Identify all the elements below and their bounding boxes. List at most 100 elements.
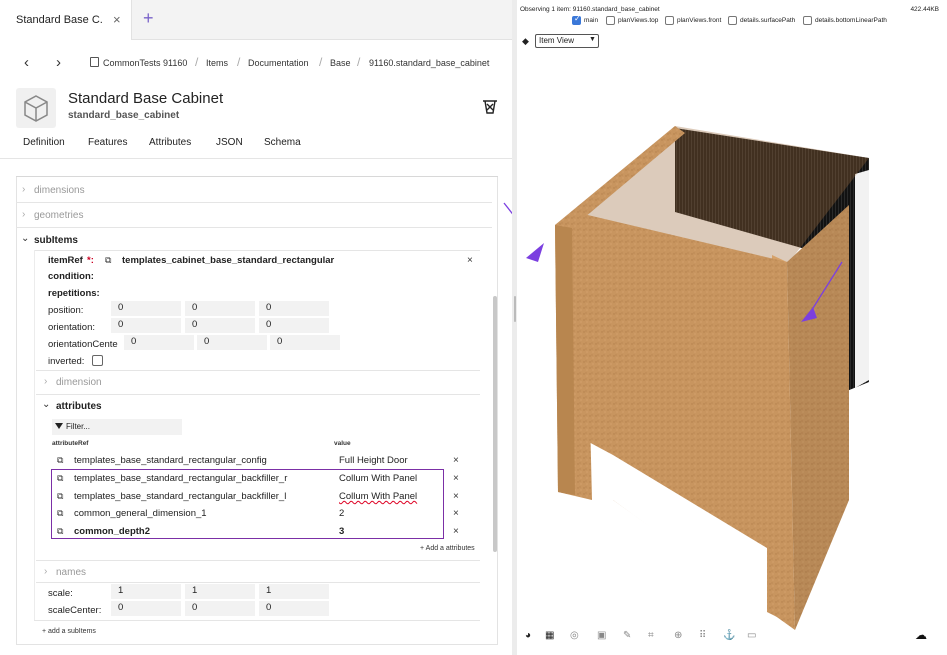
attribute-ref[interactable]: common_depth2 [74,526,306,537]
compass-icon[interactable]: ◎ [570,630,579,641]
position-x-input[interactable]: 0 [111,301,181,316]
tab-attributes[interactable]: Attributes [149,137,191,148]
orientation-center-x-input[interactable]: 0 [124,335,194,350]
filter-input[interactable]: Filter... [52,419,182,435]
section-attributes[interactable]: attributes [56,401,102,412]
remove-attribute-icon[interactable]: × [453,491,459,502]
divider [34,620,480,621]
breadcrumb-item[interactable]: 91160.standard_base_cabinet [369,58,489,68]
chevron-down-icon[interactable]: ⌄ [42,399,50,410]
attribute-ref[interactable]: common_general_dimension_1 [74,508,306,519]
chevron-right-icon[interactable]: › [44,376,47,387]
frame-icon[interactable]: ⌗ [648,630,654,641]
dots-icon[interactable]: ⠿ [699,630,706,641]
3d-scene-canvas[interactable] [517,0,947,655]
forward-arrow-icon[interactable]: › [56,54,61,71]
external-link-icon[interactable]: ⧉ [57,473,63,484]
attribute-value[interactable]: Full Height Door [339,455,408,466]
back-arrow-icon[interactable]: ‹ [24,54,29,71]
chevron-right-icon[interactable]: › [22,184,25,195]
cloud-download-icon[interactable]: ☁ [915,628,927,642]
external-link-icon[interactable]: ⧉ [57,526,63,537]
tab-definition[interactable]: Definition [23,137,65,148]
attribute-value[interactable]: Collum With Panel [339,473,417,484]
attribute-value[interactable]: 3 [339,526,344,537]
section-subitems[interactable]: subItems [34,235,78,246]
external-link-icon[interactable]: ⧉ [57,508,63,519]
breadcrumb-project[interactable]: CommonTests 91160 [103,58,187,68]
section-dimensions[interactable]: dimensions [34,185,85,196]
chevron-down-icon[interactable]: ⌄ [21,233,29,244]
attribute-value[interactable]: 2 [339,508,344,519]
screenshot-icon[interactable]: ▭ [747,630,756,641]
column-value: value [334,440,351,447]
tab-close-icon[interactable]: × [113,12,121,27]
remove-attribute-icon[interactable]: × [453,526,459,537]
itemref-value[interactable]: templates_cabinet_base_standard_rectangu… [122,255,334,266]
scale-z-input[interactable]: 1 [259,584,329,599]
required-marker: *: [87,255,94,266]
3d-viewer-panel: Observing 1 item: 91160.standard_base_ca… [517,0,947,655]
orientation-center-y-input[interactable]: 0 [197,335,267,350]
external-link-icon[interactable]: ⧉ [105,255,111,266]
external-link-icon[interactable]: ⧉ [57,455,63,466]
scale-center-x-input[interactable]: 0 [111,601,181,616]
external-link-icon[interactable]: ⧉ [57,491,63,502]
trash-icon[interactable] [481,98,499,121]
tab-features[interactable]: Features [88,137,127,148]
brush-icon[interactable]: ✎ [623,630,631,641]
section-names[interactable]: names [56,567,86,578]
attribute-ref[interactable]: templates_base_standard_rectangular_back… [74,473,306,484]
add-tab-icon[interactable]: + [143,8,154,29]
attribute-ref[interactable]: templates_base_standard_rectangular_back… [74,491,306,502]
divider [36,394,480,395]
remove-attribute-icon[interactable]: × [453,508,459,519]
remove-attribute-icon[interactable]: × [453,473,459,484]
anchor-icon[interactable]: ⚓ [723,630,735,641]
breadcrumb-separator: / [357,55,361,69]
scale-x-input[interactable]: 1 [111,584,181,599]
tab-json[interactable]: JSON [216,137,243,148]
position-z-input[interactable]: 0 [259,301,329,316]
remove-attribute-icon[interactable]: × [453,455,459,466]
inverted-checkbox[interactable] [92,355,103,366]
inverted-label: inverted: [48,356,85,367]
box-icon[interactable]: ▣ [597,630,606,641]
breadcrumb-separator: / [195,55,199,69]
column-attribute-ref: attributeRef [52,440,89,447]
grid-icon[interactable]: ▦ [545,630,554,641]
palette-icon[interactable]: ◕ [525,630,531,641]
scale-center-z-input[interactable]: 0 [259,601,329,616]
breadcrumb-base[interactable]: Base [330,58,351,68]
position-y-input[interactable]: 0 [185,301,255,316]
add-subitem-link[interactable]: + add a subItems [42,628,96,635]
remove-subitem-icon[interactable]: × [467,255,473,266]
scrollbar-thumb[interactable] [493,296,497,552]
divider [36,582,480,583]
section-dimension[interactable]: dimension [56,377,102,388]
orientation-y-input[interactable]: 0 [185,318,255,333]
scale-label: scale: [48,588,73,599]
divider [0,158,512,159]
orientation-x-input[interactable]: 0 [111,318,181,333]
attribute-ref[interactable]: templates_base_standard_rectangular_conf… [74,455,306,466]
scale-center-y-input[interactable]: 0 [185,601,255,616]
project-icon [90,57,99,67]
orientation-center-z-input[interactable]: 0 [270,335,340,350]
splitter-handle[interactable] [514,296,516,322]
tab-schema[interactable]: Schema [264,137,301,148]
scale-y-input[interactable]: 1 [185,584,255,599]
attribute-value[interactable]: Collum With Panel [339,491,417,502]
breadcrumb-documentation[interactable]: Documentation [248,58,309,68]
breadcrumb-items[interactable]: Items [206,58,228,68]
divider [16,176,498,177]
target-icon[interactable]: ⊕ [674,630,682,641]
orientation-z-input[interactable]: 0 [259,318,329,333]
breadcrumb-separator: / [237,55,241,69]
chevron-right-icon[interactable]: › [44,566,47,577]
tab-label: Standard Base C... [16,14,102,26]
chevron-right-icon[interactable]: › [22,209,25,220]
section-geometries[interactable]: geometries [34,210,83,221]
add-attribute-link[interactable]: + Add a attributes [420,545,475,552]
tab-standard-base-cabinet[interactable]: Standard Base C... × [0,0,132,40]
